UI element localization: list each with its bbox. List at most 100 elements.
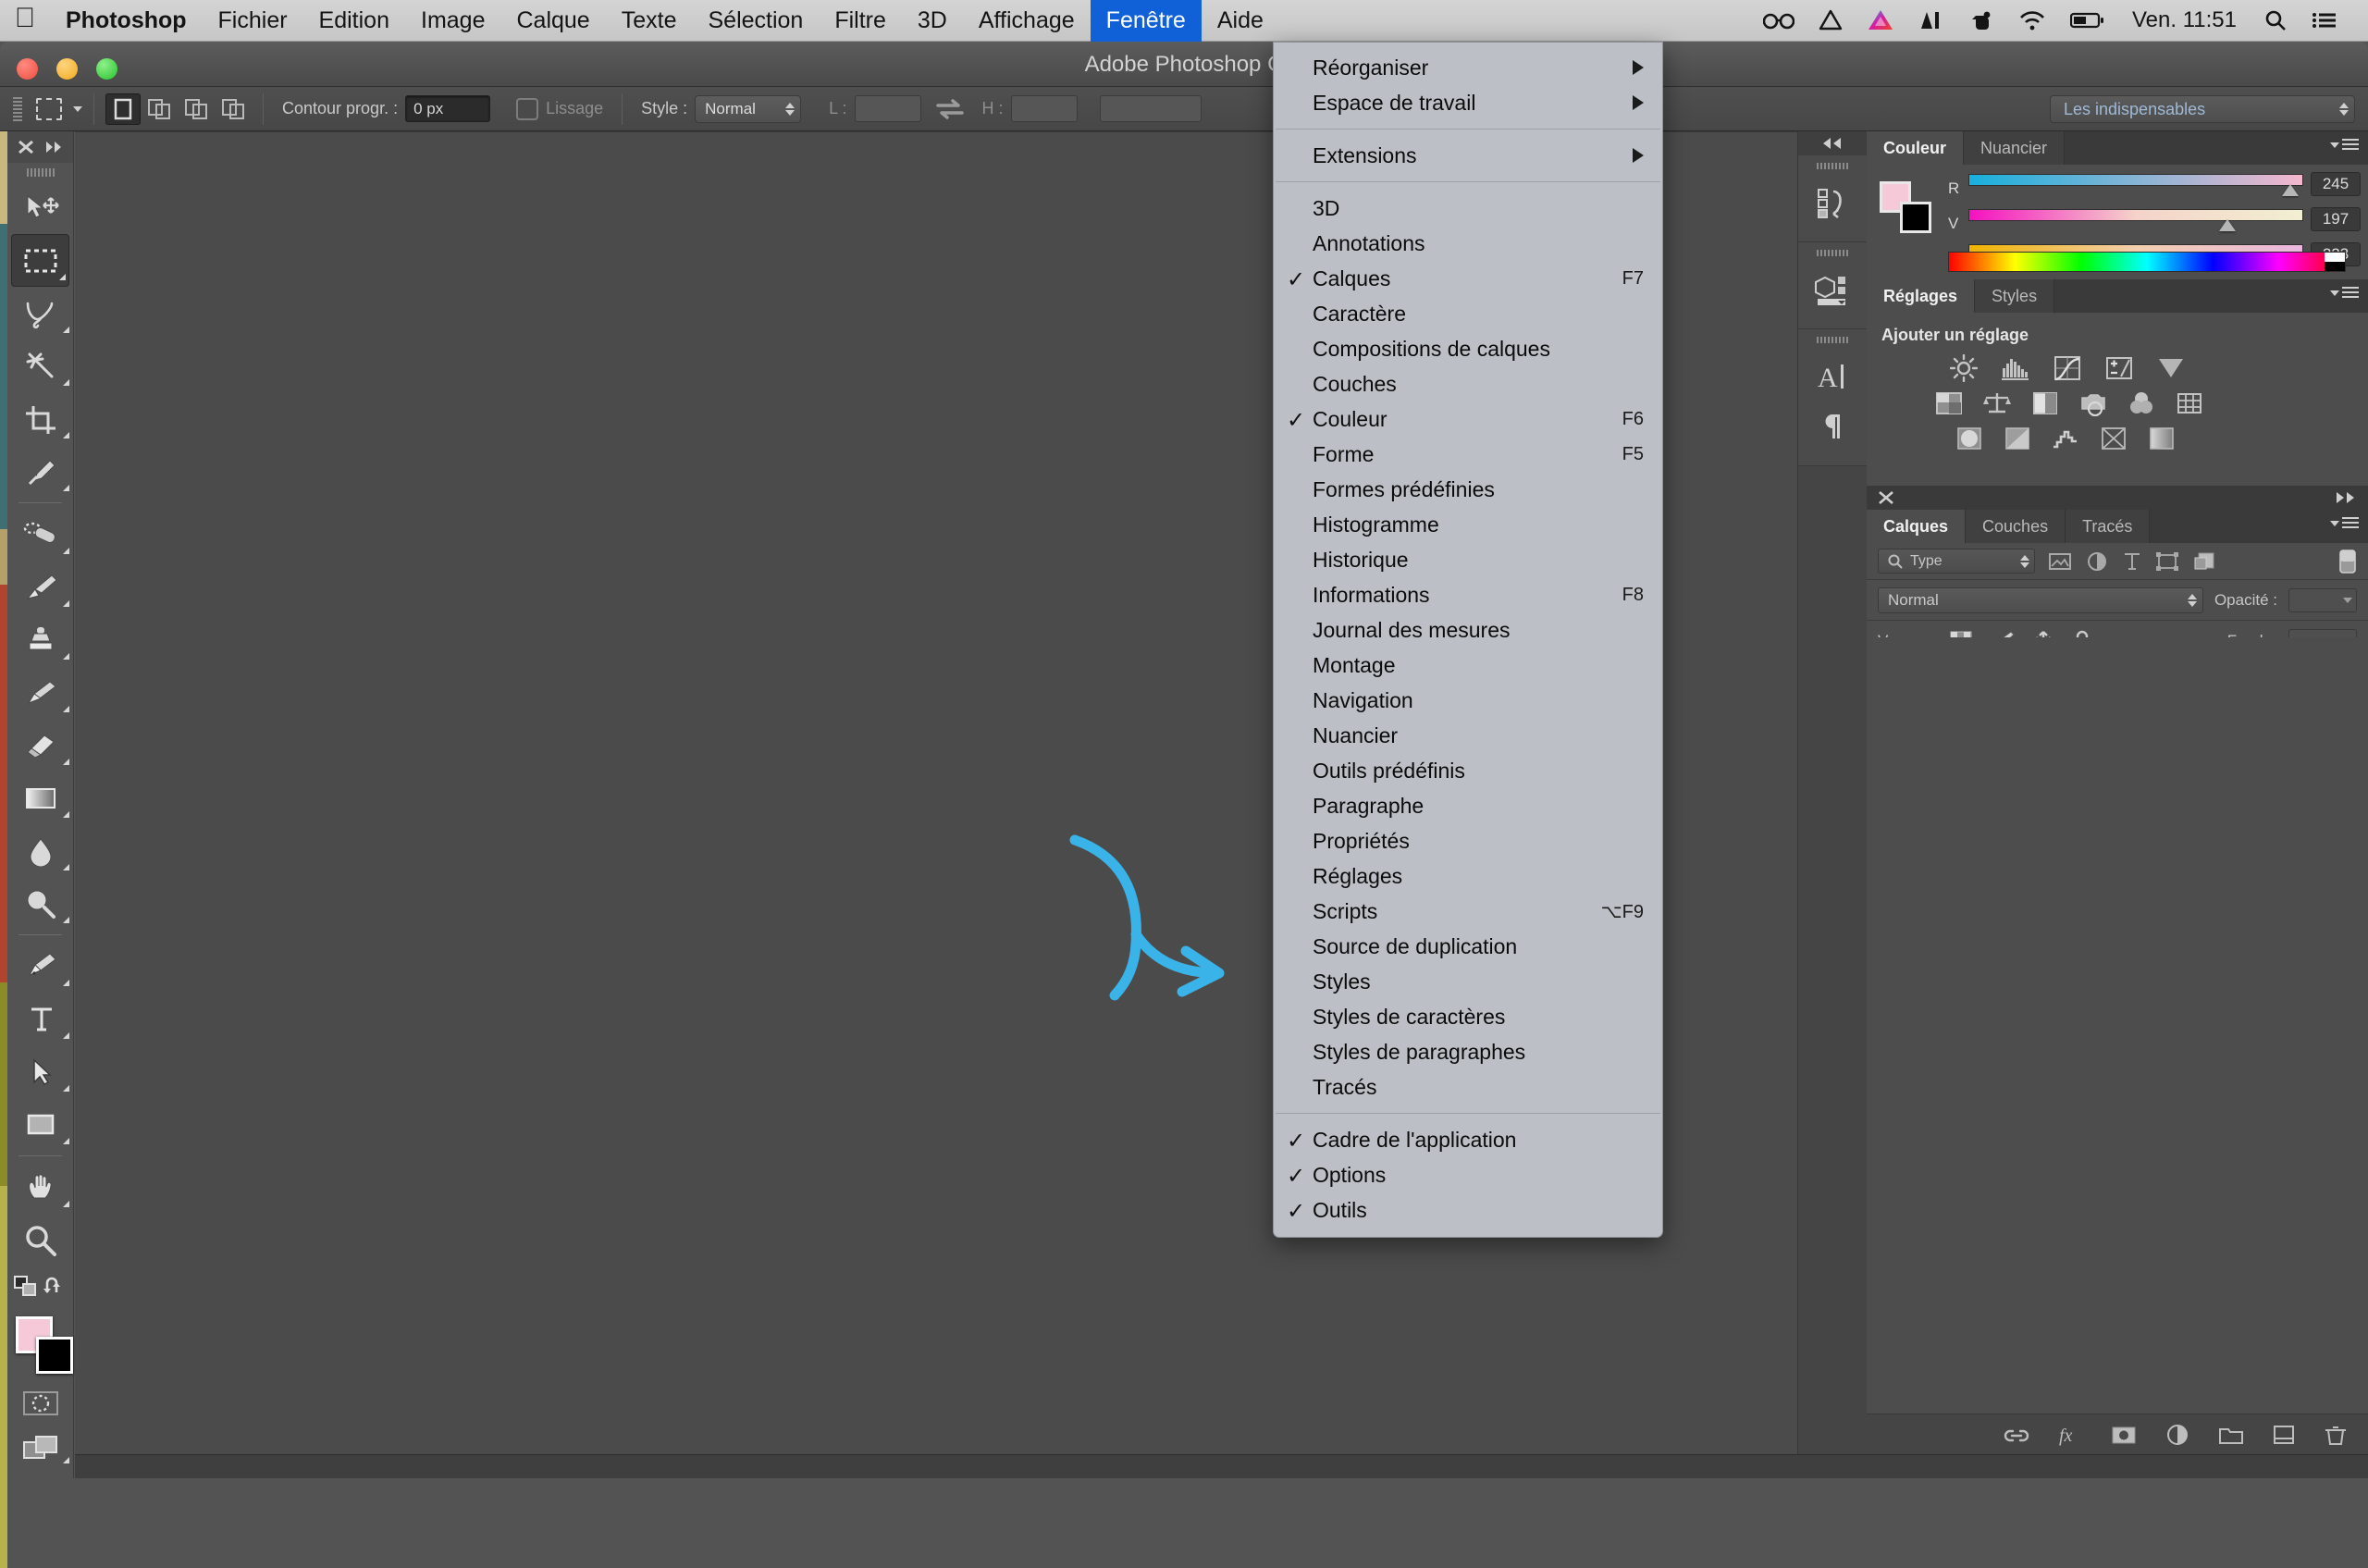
menu-item-source-de-duplication[interactable]: Source de duplication bbox=[1274, 929, 1662, 964]
antialias-checkbox[interactable] bbox=[516, 97, 539, 120]
clone-stamp-tool[interactable] bbox=[7, 613, 73, 666]
menu-item-nuancier[interactable]: Nuancier bbox=[1274, 718, 1662, 753]
paragraph-panel-icon[interactable] bbox=[1798, 402, 1867, 452]
move-tool[interactable] bbox=[7, 181, 73, 234]
menu-bar-clock[interactable]: Ven. 11:51 bbox=[2117, 7, 2251, 33]
menu-item-scripts[interactable]: Scripts ⌥F9 bbox=[1274, 894, 1662, 929]
menu-item-calques[interactable]: ✓ Calques F7 bbox=[1274, 261, 1662, 296]
eyedropper-tool[interactable] bbox=[7, 445, 73, 498]
menu-item-r-organiser[interactable]: Réorganiser bbox=[1274, 50, 1662, 85]
new-group-icon[interactable] bbox=[2218, 1424, 2244, 1446]
black-white-icon[interactable] bbox=[2029, 389, 2061, 417]
screen-mode-button[interactable] bbox=[7, 1426, 73, 1470]
path-selection-tool[interactable] bbox=[7, 1045, 73, 1098]
expand-panel-icon[interactable] bbox=[43, 140, 64, 154]
3d-panel-icon[interactable] bbox=[1798, 265, 1867, 315]
mac-menu-affichage[interactable]: Affichage bbox=[963, 0, 1091, 42]
menu-item-options[interactable]: ✓ Options bbox=[1274, 1157, 1662, 1192]
menu-item-couches[interactable]: Couches bbox=[1274, 366, 1662, 401]
menu-item-trac-s[interactable]: Tracés bbox=[1274, 1069, 1662, 1105]
menu-item-espace-de-travail[interactable]: Espace de travail bbox=[1274, 85, 1662, 120]
rectangular-marquee-tool[interactable] bbox=[11, 234, 69, 287]
layer-style-icon[interactable]: fx bbox=[2057, 1424, 2083, 1446]
blur-tool[interactable] bbox=[7, 824, 73, 877]
new-selection-button[interactable] bbox=[105, 93, 141, 125]
new-adjustment-layer-icon[interactable] bbox=[2164, 1424, 2190, 1446]
menu-item-3d[interactable]: 3D bbox=[1274, 191, 1662, 226]
filter-toggle-icon[interactable] bbox=[2338, 549, 2357, 574]
magic-wand-tool[interactable] bbox=[7, 340, 73, 392]
threshold-icon[interactable] bbox=[2050, 425, 2081, 452]
fenetre-dropdown-menu[interactable]: Réorganiser Espace de travail Extensions 3D… bbox=[1273, 42, 1663, 1238]
color-panel-background-swatch[interactable] bbox=[1900, 202, 1931, 233]
pen-tool[interactable] bbox=[7, 940, 73, 993]
slider-thumb-r[interactable] bbox=[2281, 184, 2299, 196]
dock-collapse-button[interactable] bbox=[1798, 131, 1867, 155]
refine-edge-button[interactable] bbox=[1099, 95, 1202, 122]
curves-icon[interactable] bbox=[2052, 354, 2083, 382]
vibrance-icon[interactable] bbox=[2155, 354, 2187, 382]
mac-menu-fen-tre[interactable]: Fenêtre bbox=[1090, 0, 1202, 42]
height-input[interactable] bbox=[1010, 95, 1078, 122]
menu-item-paragraphe[interactable]: Paragraphe bbox=[1274, 788, 1662, 823]
menu-item-couleur[interactable]: ✓ Couleur F6 bbox=[1274, 401, 1662, 437]
options-bar-grip[interactable] bbox=[13, 96, 22, 121]
menu-item-extensions[interactable]: Extensions bbox=[1274, 138, 1662, 173]
width-input[interactable] bbox=[854, 95, 921, 122]
menu-item-outils-pr-d-finis[interactable]: Outils prédéfinis bbox=[1274, 753, 1662, 788]
filter-adjustment-icon[interactable] bbox=[2085, 550, 2109, 573]
tab-couches[interactable]: Couches bbox=[1966, 510, 2066, 543]
menu-item-forme[interactable]: Forme F5 bbox=[1274, 437, 1662, 472]
menu-item-annotations[interactable]: Annotations bbox=[1274, 226, 1662, 261]
tab-calques[interactable]: Calques bbox=[1867, 510, 1967, 543]
mac-menu-filtre[interactable]: Filtre bbox=[819, 0, 902, 42]
dock-group-grip[interactable] bbox=[1798, 337, 1867, 343]
menu-item-styles[interactable]: Styles bbox=[1274, 964, 1662, 999]
swap-dimensions-icon[interactable] bbox=[934, 98, 966, 120]
mac-menu-aide[interactable]: Aide bbox=[1202, 0, 1279, 42]
google-drive-icon[interactable] bbox=[1807, 0, 1855, 42]
color-lookup-icon[interactable] bbox=[2174, 389, 2205, 417]
menu-item-propri-t-s[interactable]: Propriétés bbox=[1274, 823, 1662, 858]
opacity-input[interactable] bbox=[2288, 587, 2357, 612]
spot-healing-brush-tool[interactable] bbox=[7, 508, 73, 561]
delete-layer-icon[interactable] bbox=[2324, 1424, 2348, 1446]
filter-type-icon[interactable] bbox=[2122, 550, 2142, 573]
menu-item-styles-de-caract-res[interactable]: Styles de caractères bbox=[1274, 999, 1662, 1034]
menu-item-r-glages[interactable]: Réglages bbox=[1274, 858, 1662, 894]
quick-mask-button[interactable] bbox=[7, 1381, 73, 1426]
menu-item-historique[interactable]: Historique bbox=[1274, 542, 1662, 577]
invert-icon[interactable] bbox=[1954, 425, 1985, 452]
dodge-tool[interactable] bbox=[7, 877, 73, 930]
link-layers-icon[interactable] bbox=[2004, 1424, 2029, 1446]
tab-reglages[interactable]: Réglages bbox=[1867, 279, 1976, 313]
filter-pixel-icon[interactable] bbox=[2048, 550, 2072, 573]
wifi-icon[interactable] bbox=[2006, 0, 2058, 42]
apple-logo-icon[interactable]:  bbox=[0, 5, 50, 36]
exposure-icon[interactable] bbox=[2103, 354, 2135, 382]
filter-shape-icon[interactable] bbox=[2155, 550, 2179, 573]
glasses-icon[interactable] bbox=[1751, 0, 1807, 42]
panel-menu-icon[interactable] bbox=[2330, 139, 2359, 152]
tab-couleur[interactable]: Couleur bbox=[1867, 131, 1965, 165]
mac-menu-fichier[interactable]: Fichier bbox=[203, 0, 303, 42]
eraser-tool[interactable] bbox=[7, 719, 73, 772]
tool-preset-chevron-down-icon[interactable] bbox=[73, 105, 82, 112]
menu-item-caract-re[interactable]: Caractère bbox=[1274, 296, 1662, 331]
default-colors-icon[interactable] bbox=[13, 1276, 38, 1298]
adobe-app-icon[interactable] bbox=[1906, 0, 1958, 42]
tab-styles[interactable]: Styles bbox=[1975, 279, 2055, 313]
type-tool[interactable] bbox=[7, 993, 73, 1045]
add-to-selection-button[interactable] bbox=[142, 93, 178, 125]
creative-cloud-icon[interactable] bbox=[1855, 0, 1906, 42]
slider-track-r[interactable] bbox=[1968, 174, 2303, 186]
menu-item-compositions-de-calques[interactable]: Compositions de calques bbox=[1274, 331, 1662, 366]
close-icon[interactable] bbox=[17, 139, 35, 155]
slider-track-v[interactable] bbox=[1968, 209, 2303, 221]
double-chevron-right-icon[interactable] bbox=[2333, 491, 2357, 504]
history-brush-tool[interactable] bbox=[7, 666, 73, 719]
layer-filter-type-select[interactable]: Type bbox=[1878, 549, 2035, 574]
dock-group-grip[interactable] bbox=[1798, 250, 1867, 256]
mac-menu-texte[interactable]: Texte bbox=[606, 0, 693, 42]
mac-menu-s-lection[interactable]: Sélection bbox=[692, 0, 819, 42]
